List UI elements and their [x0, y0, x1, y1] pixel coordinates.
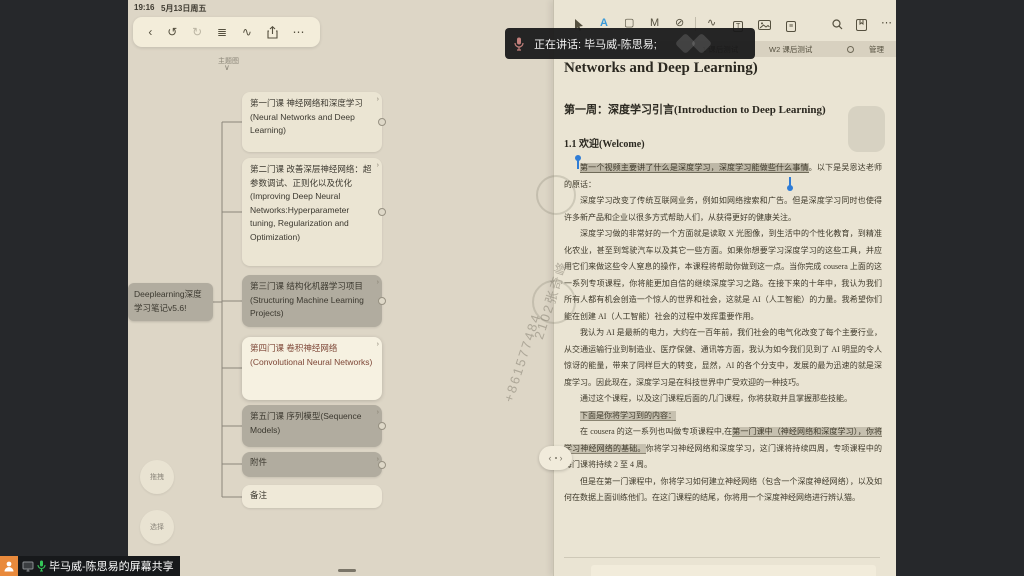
- node-course1[interactable]: 第一门课 神经网络和深度学习(Neural Networks and Deep …: [242, 92, 382, 152]
- collapse-icon[interactable]: [378, 461, 386, 469]
- status-time: 19:16: [134, 3, 154, 12]
- back-icon[interactable]: ‹: [148, 26, 152, 38]
- bookmark-save-icon[interactable]: [856, 19, 867, 31]
- node-label: 备注: [250, 490, 267, 500]
- ipad-screen: 19:16 5月13日周五 45% ‹ ↺ ↻ ≣ ∿ ⋯ 主题图 ∨: [128, 0, 896, 576]
- floating-widget[interactable]: [848, 106, 885, 152]
- mic-active-icon: [37, 560, 46, 572]
- paragraph-text: 在 cousera 的这一系列也叫做专项课程中,在: [580, 427, 732, 436]
- selected-text[interactable]: 第一个视频主要讲了什么是深度学习，深度学习能做些什么事情: [580, 163, 809, 172]
- search-icon[interactable]: [832, 19, 843, 30]
- section-divider: [564, 557, 880, 558]
- section-heading: 1.1 欢迎(Welcome): [564, 135, 645, 150]
- paragraph: 我认为 AI 是最新的电力，大约在一百年前，我们社会的电气化改变了每个主要行业，…: [564, 325, 882, 391]
- participant-avatar: [0, 556, 18, 576]
- chevron-down-icon[interactable]: ∨: [224, 63, 230, 72]
- node-notes[interactable]: 备注: [242, 485, 382, 508]
- paragraph: 在 cousera 的这一系列也叫做专项课程中,在第一门课中（神经网络和深度学习…: [564, 424, 882, 474]
- node-label: 附件: [250, 457, 267, 467]
- node-course3[interactable]: 第三门课 结构化机器学习项目 (Structuring Machine Lear…: [242, 275, 382, 327]
- excerpt-glyph: ≡: [786, 21, 796, 32]
- node-label: 第二门课 改善深层神经网络：超参数调试、正则化以及优化(Improving De…: [250, 164, 371, 242]
- node-chevron-icon[interactable]: ›: [377, 93, 379, 107]
- drag-button-label: 拖拽: [150, 472, 164, 482]
- select-mode-button[interactable]: 选择: [140, 510, 174, 544]
- collapse-icon[interactable]: [378, 422, 386, 430]
- paragraph: 下面是你将学习到的内容：: [564, 408, 882, 425]
- node-label: 第一门课 神经网络和深度学习(Neural Networks and Deep …: [250, 98, 363, 135]
- mindmap-root-node[interactable]: Deeplearning深度学习笔记v5.6!: [128, 283, 213, 321]
- screen-share-label: 毕马威-陈思易的屏幕共享: [49, 558, 174, 574]
- document-body: 第一个视频主要讲了什么是深度学习，深度学习能做些什么事情。以下是吴恩达老师的原话…: [564, 160, 882, 507]
- status-date: 5月13日周五: [161, 3, 206, 14]
- excerpt-list-tool-icon[interactable]: ≡: [786, 20, 796, 32]
- logo-diamond-icon: [691, 33, 712, 54]
- tab-quiz-w2[interactable]: W2 课后测试: [769, 44, 812, 55]
- share-icon[interactable]: [267, 26, 278, 39]
- watermark-stamp: [536, 175, 576, 215]
- node-course4[interactable]: 第四门课 卷积神经网络 (Convolutional Neural Networ…: [242, 337, 382, 400]
- mindmap-toolbar: ‹ ↺ ↻ ≣ ∿ ⋯: [133, 17, 320, 47]
- page-prev-icon[interactable]: ‹: [549, 453, 552, 463]
- collapse-icon[interactable]: [378, 297, 386, 305]
- node-chevron-icon[interactable]: ›: [377, 338, 379, 352]
- monitor-icon: [22, 561, 34, 572]
- more-icon[interactable]: ⋯: [293, 26, 305, 38]
- outline-icon[interactable]: ≣: [217, 26, 227, 38]
- highlighted-text[interactable]: 下面是你将学习到的内容：: [580, 411, 676, 420]
- node-label: 第五门课 序列模型(Sequence Models): [250, 411, 361, 435]
- microphone-icon: [514, 37, 524, 51]
- paragraph: 第一个视频主要讲了什么是深度学习，深度学习能做些什么事情。以下是吴恩达老师的原话…: [564, 160, 882, 193]
- collapse-icon[interactable]: [378, 208, 386, 216]
- screenshot-stage: 19:16 5月13日周五 45% ‹ ↺ ↻ ≣ ∿ ⋯ 主题图 ∨: [0, 0, 1024, 576]
- pager-dot: [555, 457, 557, 459]
- collapse-icon[interactable]: [378, 118, 386, 126]
- node-label: 第四门课 卷积神经网络 (Convolutional Neural Networ…: [250, 343, 372, 367]
- page-flip-control[interactable]: ‹›: [539, 446, 572, 470]
- redo-icon[interactable]: ↻: [192, 26, 202, 38]
- node-course2[interactable]: 第二门课 改善深层神经网络：超参数调试、正则化以及优化(Improving De…: [242, 158, 382, 266]
- tab-manage-button[interactable]: 管理: [869, 44, 884, 55]
- speaking-notification: 正在讲话: 毕马威-陈思易;: [505, 28, 755, 59]
- root-node-label: Deeplearning深度学习笔记v5.6!: [134, 289, 202, 313]
- paragraph: 通过这个课程，以及这门课程后面的几门课程，你将获取并且掌握那些技能。: [564, 391, 882, 408]
- more-icon[interactable]: ⋯: [881, 18, 892, 29]
- week-heading: 第一周：深度学习引言(Introduction to Deep Learning…: [564, 101, 826, 117]
- page-next-icon[interactable]: ›: [560, 453, 563, 463]
- node-chevron-icon[interactable]: ›: [377, 159, 379, 173]
- node-attachments[interactable]: 附件›: [242, 452, 382, 477]
- selection-handle-start[interactable]: [575, 155, 581, 161]
- watermark-text: +861577484: [501, 311, 544, 404]
- paragraph: 深度学习改变了传统互联网业务，例如如网络搜索和广告。但是深度学习同时也使得许多新…: [564, 193, 882, 226]
- screen-share-label-group: 毕马威-陈思易的屏幕共享: [18, 556, 180, 576]
- drag-mode-button[interactable]: 拖拽: [140, 460, 174, 494]
- bottom-drag-handle[interactable]: [338, 569, 356, 572]
- node-label: 第三门课 结构化机器学习项目 (Structuring Machine Lear…: [250, 281, 364, 318]
- node-chevron-icon[interactable]: ›: [377, 276, 379, 290]
- document-title: Networks and Deep Learning): [564, 60, 758, 77]
- document-panel: A ▢ M ⊘ ∿ T ≡ ⋯ 1 课后测试 W2 课后测试 管理 Networ…: [553, 0, 896, 576]
- select-button-label: 选择: [150, 522, 164, 532]
- paragraph: 深度学习做的非常好的一个方面就是读取 X 光图像，到生活中的个性化教育，到精准化…: [564, 226, 882, 325]
- screen-share-bar: 毕马威-陈思易的屏幕共享: [0, 556, 180, 576]
- paragraph: 但是在第一门课程中，你将学习如何建立神经网络（包含一个深度神经网络），以及如何在…: [564, 474, 882, 507]
- doodle-pen-icon[interactable]: ∿: [242, 26, 252, 38]
- sync-icon[interactable]: [847, 46, 854, 53]
- speaking-label: 正在讲话: 毕马威-陈思易;: [534, 36, 657, 52]
- next-section-preview: [591, 565, 876, 576]
- image-tool-icon[interactable]: [758, 20, 771, 30]
- node-chevron-icon[interactable]: ›: [377, 406, 379, 420]
- undo-icon[interactable]: ↺: [167, 26, 177, 38]
- selection-handle-end[interactable]: [787, 185, 793, 191]
- node-course5[interactable]: 第五门课 序列模型(Sequence Models) ›: [242, 405, 382, 447]
- watermark-stamp: [532, 280, 576, 324]
